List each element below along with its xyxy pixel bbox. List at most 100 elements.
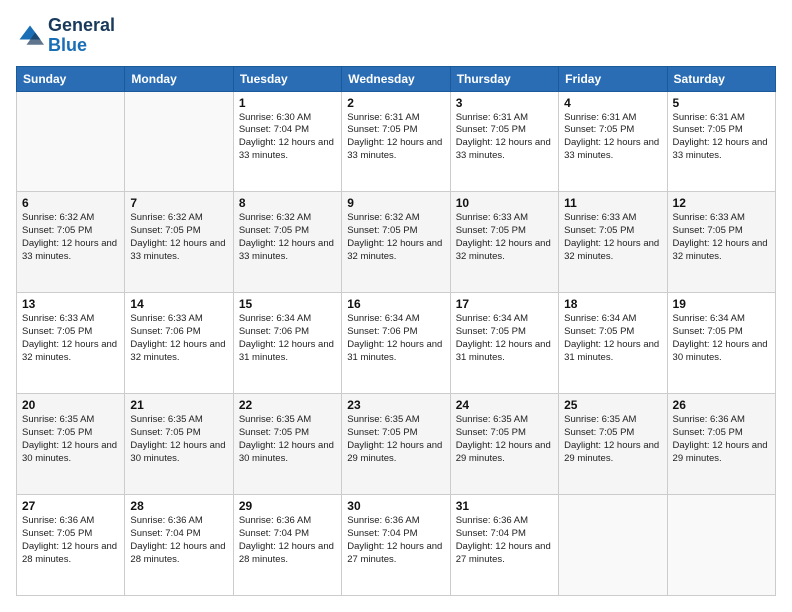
day-info: Sunrise: 6:33 AM Sunset: 7:05 PM Dayligh… bbox=[456, 212, 553, 263]
calendar-cell: 25 Sunrise: 6:35 AM Sunset: 7:05 PM Dayli… bbox=[559, 394, 667, 495]
calendar-cell: 2 Sunrise: 6:31 AM Sunset: 7:05 PM Daylig… bbox=[342, 91, 450, 192]
calendar-cell: 17 Sunrise: 6:34 AM Sunset: 7:05 PM Dayli… bbox=[450, 293, 558, 394]
day-info: Sunrise: 6:34 AM Sunset: 7:06 PM Dayligh… bbox=[239, 313, 336, 364]
calendar-cell: 10 Sunrise: 6:33 AM Sunset: 7:05 PM Dayli… bbox=[450, 192, 558, 293]
calendar-cell: 22Sunrise: 6:35 AM Sunset: 7:05 PM Dayli… bbox=[233, 394, 341, 495]
calendar-cell: 19 Sunrise: 6:34 AM Sunset: 7:05 PM Dayli… bbox=[667, 293, 775, 394]
calendar-cell: 13 Sunrise: 6:33 AM Sunset: 7:05 PM Dayli… bbox=[17, 293, 125, 394]
day-info: Sunrise: 6:33 AM Sunset: 7:05 PM Dayligh… bbox=[22, 313, 119, 364]
day-number: 24 bbox=[456, 398, 553, 412]
day-info: Sunrise: 6:32 AM Sunset: 7:05 PM Dayligh… bbox=[347, 212, 444, 263]
calendar-cell bbox=[559, 495, 667, 596]
day-info: Sunrise: 6:36 AM Sunset: 7:05 PM Dayligh… bbox=[22, 515, 119, 566]
calendar-cell: 16 Sunrise: 6:34 AM Sunset: 7:06 PM Dayli… bbox=[342, 293, 450, 394]
day-info: Sunrise: 6:32 AM Sunset: 7:05 PM Dayligh… bbox=[130, 212, 227, 263]
day-number: 6 bbox=[22, 196, 119, 210]
day-number: 12 bbox=[673, 196, 770, 210]
calendar-cell: 26 Sunrise: 6:36 AM Sunset: 7:05 PM Dayli… bbox=[667, 394, 775, 495]
calendar-cell bbox=[667, 495, 775, 596]
day-info: Sunrise: 6:32 AM Sunset: 7:05 PM Dayligh… bbox=[22, 212, 119, 263]
day-number: 16 bbox=[347, 297, 444, 311]
calendar-table: SundayMondayTuesdayWednesdayThursdayFrid… bbox=[16, 66, 776, 596]
day-info: Sunrise: 6:34 AM Sunset: 7:05 PM Dayligh… bbox=[564, 313, 661, 364]
calendar-week-row: 13 Sunrise: 6:33 AM Sunset: 7:05 PM Dayli… bbox=[17, 293, 776, 394]
calendar-cell: 29 Sunrise: 6:36 AM Sunset: 7:04 PM Dayli… bbox=[233, 495, 341, 596]
calendar-cell: 4 Sunrise: 6:31 AM Sunset: 7:05 PM Daylig… bbox=[559, 91, 667, 192]
day-info: Sunrise: 6:31 AM Sunset: 7:05 PM Dayligh… bbox=[564, 112, 661, 163]
day-number: 15 bbox=[239, 297, 336, 311]
calendar-cell: 14 Sunrise: 6:33 AM Sunset: 7:06 PM Dayli… bbox=[125, 293, 233, 394]
day-info: Sunrise: 6:34 AM Sunset: 7:06 PM Dayligh… bbox=[347, 313, 444, 364]
day-number: 13 bbox=[22, 297, 119, 311]
day-number: 17 bbox=[456, 297, 553, 311]
logo: General Blue bbox=[16, 16, 115, 56]
day-info: Sunrise: 6:35 AM Sunset: 7:05 PM Dayligh… bbox=[456, 414, 553, 465]
day-number: 5 bbox=[673, 96, 770, 110]
day-number: 30 bbox=[347, 499, 444, 513]
calendar-week-row: 20 Sunrise: 6:35 AM Sunset: 7:05 PM Dayli… bbox=[17, 394, 776, 495]
calendar-cell: 18Sunrise: 6:34 AM Sunset: 7:05 PM Dayli… bbox=[559, 293, 667, 394]
calendar-cell: 24 Sunrise: 6:35 AM Sunset: 7:05 PM Dayli… bbox=[450, 394, 558, 495]
calendar-cell: 9 Sunrise: 6:32 AM Sunset: 7:05 PM Daylig… bbox=[342, 192, 450, 293]
day-info: Sunrise: 6:33 AM Sunset: 7:05 PM Dayligh… bbox=[673, 212, 770, 263]
calendar-cell bbox=[125, 91, 233, 192]
day-number: 11 bbox=[564, 196, 661, 210]
calendar-week-row: 6 Sunrise: 6:32 AM Sunset: 7:05 PM Daylig… bbox=[17, 192, 776, 293]
day-info: Sunrise: 6:36 AM Sunset: 7:05 PM Dayligh… bbox=[673, 414, 770, 465]
calendar-cell: 27 Sunrise: 6:36 AM Sunset: 7:05 PM Dayli… bbox=[17, 495, 125, 596]
col-header-wednesday: Wednesday bbox=[342, 66, 450, 91]
calendar-cell: 7 Sunrise: 6:32 AM Sunset: 7:05 PM Daylig… bbox=[125, 192, 233, 293]
calendar-header-row: SundayMondayTuesdayWednesdayThursdayFrid… bbox=[17, 66, 776, 91]
calendar-cell: 12 Sunrise: 6:33 AM Sunset: 7:05 PM Dayli… bbox=[667, 192, 775, 293]
calendar-week-row: 27 Sunrise: 6:36 AM Sunset: 7:05 PM Dayli… bbox=[17, 495, 776, 596]
day-info: Sunrise: 6:35 AM Sunset: 7:05 PM Dayligh… bbox=[22, 414, 119, 465]
day-number: 2 bbox=[347, 96, 444, 110]
calendar-cell: 8 Sunrise: 6:32 AM Sunset: 7:05 PM Daylig… bbox=[233, 192, 341, 293]
col-header-tuesday: Tuesday bbox=[233, 66, 341, 91]
day-number: 14 bbox=[130, 297, 227, 311]
header: General Blue bbox=[16, 16, 776, 56]
col-header-sunday: Sunday bbox=[17, 66, 125, 91]
day-number: 29 bbox=[239, 499, 336, 513]
day-info: Sunrise: 6:36 AM Sunset: 7:04 PM Dayligh… bbox=[347, 515, 444, 566]
col-header-friday: Friday bbox=[559, 66, 667, 91]
day-info: Sunrise: 6:36 AM Sunset: 7:04 PM Dayligh… bbox=[239, 515, 336, 566]
day-number: 25 bbox=[564, 398, 661, 412]
day-number: 8 bbox=[239, 196, 336, 210]
day-info: Sunrise: 6:33 AM Sunset: 7:05 PM Dayligh… bbox=[564, 212, 661, 263]
calendar-cell: 20 Sunrise: 6:35 AM Sunset: 7:05 PM Dayli… bbox=[17, 394, 125, 495]
day-number: 22 bbox=[239, 398, 336, 412]
calendar-cell: 11 Sunrise: 6:33 AM Sunset: 7:05 PM Dayli… bbox=[559, 192, 667, 293]
calendar-cell: 3 Sunrise: 6:31 AM Sunset: 7:05 PM Daylig… bbox=[450, 91, 558, 192]
day-info: Sunrise: 6:31 AM Sunset: 7:05 PM Dayligh… bbox=[456, 112, 553, 163]
calendar-cell: 31Sunrise: 6:36 AM Sunset: 7:04 PM Dayli… bbox=[450, 495, 558, 596]
day-info: Sunrise: 6:34 AM Sunset: 7:05 PM Dayligh… bbox=[456, 313, 553, 364]
day-number: 26 bbox=[673, 398, 770, 412]
day-number: 10 bbox=[456, 196, 553, 210]
col-header-saturday: Saturday bbox=[667, 66, 775, 91]
calendar-week-row: 1 Sunrise: 6:30 AM Sunset: 7:04 PM Daylig… bbox=[17, 91, 776, 192]
day-number: 21 bbox=[130, 398, 227, 412]
day-info: Sunrise: 6:35 AM Sunset: 7:05 PM Dayligh… bbox=[564, 414, 661, 465]
day-info: Sunrise: 6:34 AM Sunset: 7:05 PM Dayligh… bbox=[673, 313, 770, 364]
day-info: Sunrise: 6:36 AM Sunset: 7:04 PM Dayligh… bbox=[456, 515, 553, 566]
day-info: Sunrise: 6:35 AM Sunset: 7:05 PM Dayligh… bbox=[347, 414, 444, 465]
day-number: 7 bbox=[130, 196, 227, 210]
calendar-cell bbox=[17, 91, 125, 192]
calendar-cell: 5Sunrise: 6:31 AM Sunset: 7:05 PM Daylig… bbox=[667, 91, 775, 192]
day-info: Sunrise: 6:30 AM Sunset: 7:04 PM Dayligh… bbox=[239, 112, 336, 163]
day-number: 19 bbox=[673, 297, 770, 311]
day-info: Sunrise: 6:35 AM Sunset: 7:05 PM Dayligh… bbox=[130, 414, 227, 465]
day-number: 3 bbox=[456, 96, 553, 110]
calendar-cell: 1 Sunrise: 6:30 AM Sunset: 7:04 PM Daylig… bbox=[233, 91, 341, 192]
day-info: Sunrise: 6:31 AM Sunset: 7:05 PM Dayligh… bbox=[347, 112, 444, 163]
day-number: 1 bbox=[239, 96, 336, 110]
day-info: Sunrise: 6:32 AM Sunset: 7:05 PM Dayligh… bbox=[239, 212, 336, 263]
day-info: Sunrise: 6:33 AM Sunset: 7:06 PM Dayligh… bbox=[130, 313, 227, 364]
day-number: 4 bbox=[564, 96, 661, 110]
calendar-cell: 15 Sunrise: 6:34 AM Sunset: 7:06 PM Dayli… bbox=[233, 293, 341, 394]
day-number: 28 bbox=[130, 499, 227, 513]
day-number: 9 bbox=[347, 196, 444, 210]
day-number: 20 bbox=[22, 398, 119, 412]
day-number: 27 bbox=[22, 499, 119, 513]
